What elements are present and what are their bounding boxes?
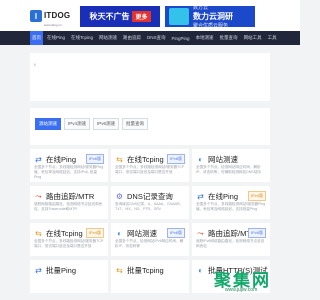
banner-ad-2[interactable]: 数方云 数力云洞研 聚合优质云服务 — [165, 5, 255, 29]
version-badge: IPv6版 — [166, 228, 185, 238]
card-header: ⤳ 路由追踪/MTR — [34, 191, 94, 202]
tool-card[interactable]: ⚙ DNS记录查询 查询域名DNS记录，A、AAAA、CNAME、TXT、MX、NS… — [111, 186, 189, 219]
site-logo[interactable]: I ITDOG www.itdog.cn — [30, 9, 78, 27]
route-icon: ⤳ — [197, 228, 204, 238]
dns-icon: ⚙ — [115, 192, 124, 201]
card-header: ⇆ 批量Tcping — [115, 265, 164, 276]
tool-card[interactable]: ⇄ 在线Ping IPv6版 全国多个节点，多线路检测网站/服务器Ping值、丢包率及… — [30, 149, 108, 182]
card-title: 网站测速 — [127, 229, 157, 238]
nav-item[interactable]: 本地测速 — [194, 31, 216, 45]
nav-item[interactable]: 在线Ping — [45, 31, 67, 45]
nav-item[interactable]: DNS查询 — [145, 31, 168, 45]
ping-icon: ⇄ — [197, 192, 204, 201]
nav-item[interactable]: 网站工具 — [242, 31, 264, 45]
tcping-icon: ⇆ — [35, 229, 42, 238]
tab-item[interactable]: 批量查询 — [122, 118, 149, 130]
version-badge: IPv4版 — [85, 228, 104, 238]
ad1-tag: 更多 — [132, 11, 151, 22]
watermark-logo: 聚集网 www.jujiw.com — [210, 265, 300, 300]
ad2-text: 数力云洞研 — [193, 12, 233, 21]
card-header: ⇄ 在线Ping — [34, 154, 76, 165]
logo-text: ITDOG — [44, 11, 71, 20]
watermark-domain: www.jujiw.com — [225, 287, 258, 293]
tab-item[interactable]: IPv6测速 — [93, 118, 120, 130]
nav-item[interactable]: 首页 — [30, 31, 43, 45]
version-badge: IPv6版 — [85, 154, 104, 164]
tab-item[interactable]: IPv4测速 — [64, 118, 91, 130]
card-title: 在线Tcping — [127, 155, 164, 164]
card-description: 全国多个节点，多线路检测网站/服务器TCP端口，测试端口延迟及端口是否开放 — [34, 239, 104, 248]
card-description: 全国多个节点，检测网站IPv6响应时间、解析IP、状态码等 — [115, 239, 184, 248]
card-title: 路由追踪/MTR — [46, 192, 95, 201]
tool-tabs-panel: 源站测速 IPv4测速 IPv6测速 批量查询 — [30, 108, 270, 145]
nav-item[interactable]: PingPing — [170, 31, 192, 45]
tool-card[interactable]: ◐ 网站测速 全国多个节点，检测网站响应时间、解析IP、状态码等，可辅助检测网站DN… — [192, 149, 270, 182]
banner-ad-1[interactable]: 秋天不广告 更多 — [80, 6, 160, 27]
card-header: ⇄ 批量Ping — [34, 265, 76, 276]
card-description: 追踪网络路由路径，检测网络节点延迟和丢包，支持Traceroute和MTR — [34, 202, 103, 211]
input-panel: × — [30, 53, 270, 101]
nav-item[interactable]: 工具 — [266, 31, 279, 45]
nav-item[interactable]: 批量查询 — [218, 31, 240, 45]
batch-ping-icon: ⇄ — [35, 266, 42, 275]
card-header: ◐ 网站测速 — [196, 154, 238, 165]
tool-card[interactable]: ⤳ 路由追踪/MTR IPv6版 追踪IPv6网络路由路径，检测网络节点延迟和丢包 — [192, 223, 270, 256]
card-header: ⚙ DNS记录查询 — [115, 191, 173, 202]
tool-card[interactable]: ◐ 网站测速 IPv6版 全国多个节点，检测网站IPv6响应时间、解析IP、状态码等 — [111, 223, 189, 256]
card-title: 在线Tcping — [46, 229, 83, 238]
route-icon: ⤳ — [35, 191, 42, 201]
tool-card[interactable]: ⇄ 在线Ping IPv4版 全国多个节点，多线路检测网站/服务器Ping值、丢包率及… — [192, 186, 270, 219]
main-nav: 首页 在线Ping 在线Tcping 网站测速 路由追踪 DNS查询 PingPing 本地测… — [0, 31, 300, 45]
logo-mark-icon: I — [30, 10, 42, 22]
card-title: 批量Ping — [46, 266, 77, 275]
ping-icon: ⇄ — [35, 155, 42, 164]
card-description: 查询域名DNS记录，A、AAAA、CNAME、TXT、MX、NS、PTR、SRV — [115, 202, 184, 211]
tool-card[interactable]: ⤳ 路由追踪/MTR 追踪网络路由路径，检测网络节点延迟和丢包，支持Tracerou… — [30, 186, 108, 219]
ad2-subtext: 聚合优质云服务 — [193, 23, 229, 29]
card-title: 网站测速 — [208, 155, 238, 164]
card-header: ⇆ 在线Tcping — [34, 228, 83, 239]
tool-card[interactable]: ⇆ 在线Tcping IPv4版 全国多个节点，多线路检测网站/服务器TCP端口，测试… — [30, 223, 108, 256]
ad2-brand: 数方云 — [193, 5, 209, 11]
batch-http-icon: ◐ — [198, 266, 203, 275]
card-title: 在线Ping — [208, 192, 239, 201]
ad1-text: 秋天不广告 — [89, 12, 130, 21]
card-header: ⇄ 在线Ping — [196, 191, 238, 202]
tool-card[interactable]: ⇆ 在线Tcping IPv6版 全国多个节点，多线路检测网站/服务器TCP端口，测试… — [111, 149, 189, 182]
card-description: 全国多个节点，多线路检测网站/服务器TCP端口，测试端口延迟及端口是否开放 — [115, 165, 185, 174]
card-description: 全国多个节点，多线路检测网站/服务器Ping值、丢包率及网络延迟，支持批量Pin… — [196, 202, 266, 211]
version-badge: IPv6版 — [166, 154, 185, 164]
top-header: I ITDOG www.itdog.cn 秋天不广告 更多 数方云 数力云洞研 … — [0, 0, 300, 31]
card-description: 全国多个节点，多线路检测网站/服务器Ping值、丢包率及网络延迟，支持IPv6,… — [34, 165, 104, 179]
version-badge: IPv6版 — [247, 228, 266, 238]
card-description: 全国多个节点，检测网站响应时间、解析IP、状态码等，可辅助检测网站DNS劫持 — [196, 165, 261, 174]
card-title: 批量Tcping — [127, 266, 164, 275]
close-icon[interactable]: × — [33, 63, 37, 69]
nav-item[interactable]: 网站测速 — [97, 31, 119, 45]
version-badge: IPv4版 — [247, 191, 266, 201]
ad2-image-icon — [169, 8, 189, 25]
card-header: ◐ 网站测速 — [115, 228, 157, 239]
card-title: 在线Ping — [46, 155, 77, 164]
nav-item[interactable]: 路由追踪 — [121, 31, 143, 45]
nav-item[interactable]: 在线Tcping — [69, 31, 95, 45]
website-speed-icon: ◐ — [117, 229, 122, 238]
card-description: 追踪IPv6网络路由路径，检测网络节点延迟和丢包 — [196, 239, 265, 248]
tcping-icon: ⇆ — [116, 155, 123, 164]
tool-tabs: 源站测速 IPv4测速 IPv6测速 批量查询 — [35, 118, 149, 130]
logo-subtext: www.itdog.cn — [44, 23, 62, 27]
tab-item[interactable]: 源站测速 — [35, 118, 61, 130]
batch-tcping-icon: ⇆ — [116, 266, 123, 275]
card-header: ⇆ 在线Tcping — [115, 154, 164, 165]
tool-card[interactable]: ⇆ 批量Tcping — [111, 260, 189, 293]
website-speed-icon: ◐ — [198, 155, 203, 164]
tool-card[interactable]: ⇄ 批量Ping — [30, 260, 108, 293]
card-title: DNS记录查询 — [127, 192, 173, 201]
